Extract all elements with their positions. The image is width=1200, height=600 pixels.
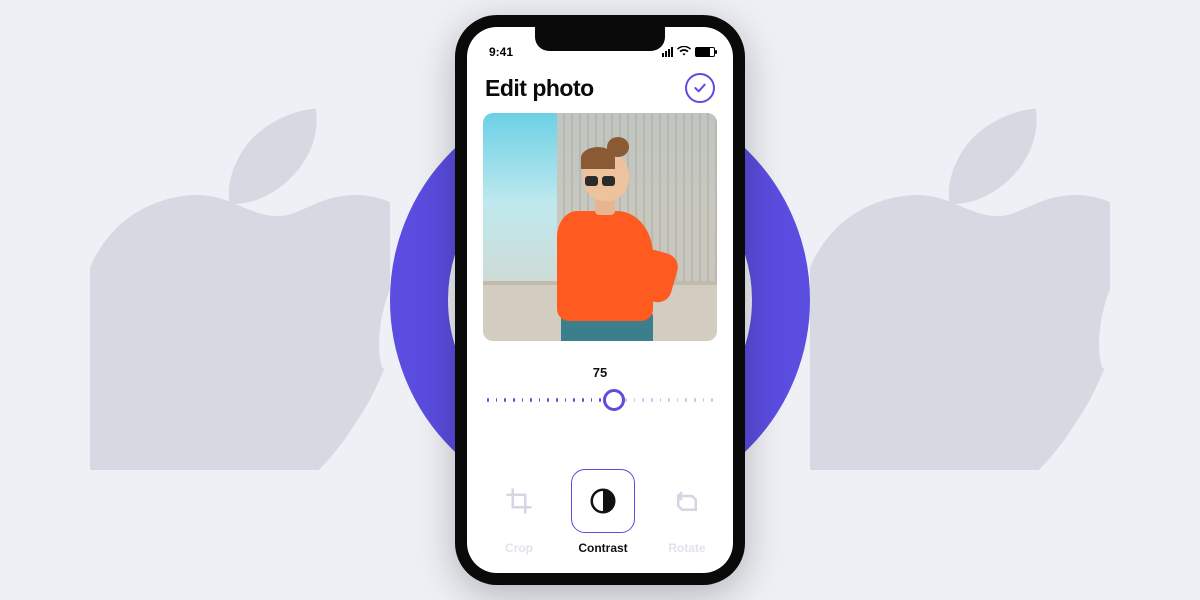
photo-preview[interactable] <box>483 113 717 341</box>
slider-tick <box>660 398 662 402</box>
contrast-slider[interactable] <box>487 390 713 410</box>
slider-thumb[interactable] <box>603 389 625 411</box>
slider-tick <box>504 398 506 402</box>
slider-tick <box>547 398 549 402</box>
slider-tick <box>634 398 636 402</box>
signal-icon <box>662 47 673 57</box>
slider-tick <box>703 398 705 402</box>
tool-label: Crop <box>505 541 533 555</box>
wifi-icon <box>677 45 691 59</box>
slider-tick <box>513 398 515 402</box>
slider-tick <box>539 398 541 402</box>
battery-icon <box>695 47 715 57</box>
tools-row: CropContrastRotateS <box>467 463 733 573</box>
slider-tick <box>582 398 584 402</box>
page-title: Edit photo <box>485 75 594 102</box>
slider-tick <box>711 398 713 402</box>
tool-contrast[interactable]: Contrast <box>567 469 639 555</box>
apple-logo-right <box>810 100 1110 470</box>
tool-label: Contrast <box>578 541 627 555</box>
contrast-icon <box>571 469 635 533</box>
status-time: 9:41 <box>489 45 513 59</box>
slider-tick <box>625 398 627 402</box>
slider-tick <box>487 398 489 402</box>
tool-rotate[interactable]: Rotate <box>651 469 723 555</box>
slider-tick <box>556 398 558 402</box>
slider-value: 75 <box>487 365 713 380</box>
slider-tick <box>694 398 696 402</box>
apple-logo-left <box>90 100 390 470</box>
slider-area: 75 <box>467 341 733 420</box>
slider-tick <box>685 398 687 402</box>
tool-label: Rotate <box>668 541 705 555</box>
phone-screen: 9:41 Edit photo <box>467 27 733 573</box>
slider-tick <box>668 398 670 402</box>
slider-tick <box>530 398 532 402</box>
slider-tick <box>651 398 653 402</box>
slider-tick <box>522 398 524 402</box>
slider-tick <box>573 398 575 402</box>
notch <box>535 27 665 51</box>
slider-tick <box>642 398 644 402</box>
check-icon <box>692 80 708 96</box>
tool-crop[interactable]: Crop <box>483 469 555 555</box>
rotate-icon <box>655 469 719 533</box>
photo-subject <box>537 131 677 341</box>
confirm-button[interactable] <box>685 73 715 103</box>
slider-tick <box>565 398 567 402</box>
slider-tick <box>677 398 679 402</box>
app-header: Edit photo <box>467 61 733 113</box>
phone-frame: 9:41 Edit photo <box>455 15 745 585</box>
slider-tick <box>599 398 601 402</box>
slider-tick <box>591 398 593 402</box>
slider-tick <box>496 398 498 402</box>
crop-icon <box>487 469 551 533</box>
